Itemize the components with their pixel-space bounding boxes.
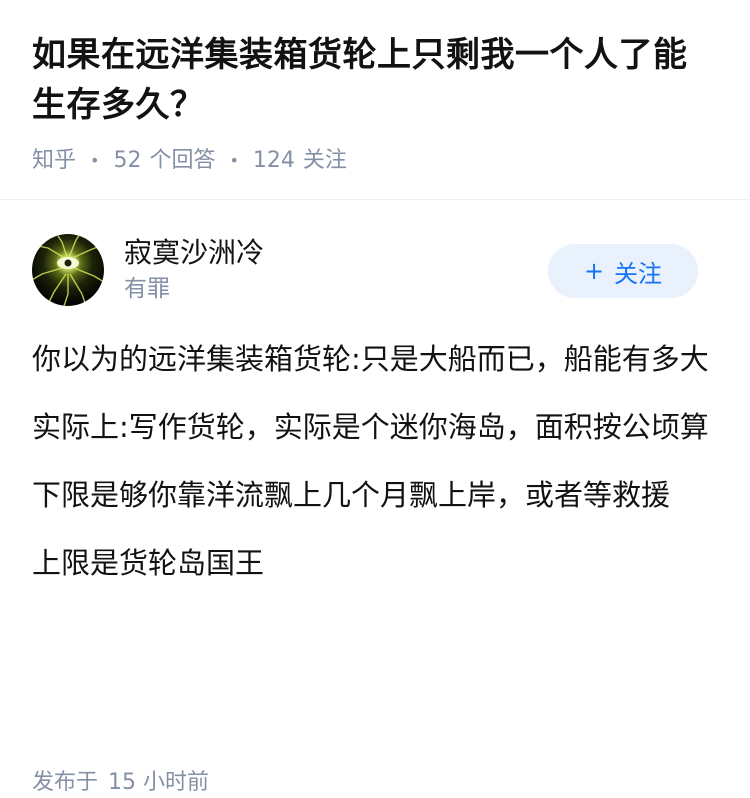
- answer-content: 你以为的远洋集装箱货轮:只是大船而已，船能有多大 实际上:写作货轮，实际是个迷你…: [32, 336, 718, 586]
- follower-count-label: 关注: [302, 148, 347, 173]
- answer-paragraph: 下限是够你靠洋流飘上几个月飘上岸，或者等救援: [32, 478, 671, 512]
- published-time: 15 小时前: [108, 770, 210, 795]
- zhihu-answer-page: 如果在远洋集装箱货轮上只剩我一个人了能生存多久？ 知乎 • 52 个回答 • 1…: [0, 0, 750, 798]
- published-label: 发布于: [32, 770, 99, 795]
- answer-count: 52: [113, 148, 142, 173]
- author-avatar[interactable]: [32, 234, 104, 306]
- answer-publish-time: 发布于 15 小时前: [32, 768, 209, 798]
- question-meta: 知乎 • 52 个回答 • 124 关注: [32, 146, 718, 176]
- question-title[interactable]: 如果在远洋集装箱货轮上只剩我一个人了能生存多久？: [32, 30, 718, 130]
- author-row: 寂寞沙洲冷 有罪 + 关注: [32, 234, 718, 306]
- follower-count: 124: [252, 148, 295, 173]
- answer-card: 寂寞沙洲冷 有罪 + 关注 你以为的远洋集装箱货轮:只是大船而已，船能有多大 实…: [0, 200, 750, 586]
- plus-icon: +: [583, 257, 605, 285]
- follow-button[interactable]: + 关注: [548, 244, 698, 298]
- meta-separator: •: [229, 151, 239, 170]
- glowing-eye-icon: [32, 234, 104, 306]
- author-headline: 有罪: [124, 276, 170, 302]
- answer-count-label: 个回答: [149, 148, 216, 173]
- question-header: 如果在远洋集装箱货轮上只剩我一个人了能生存多久？ 知乎 • 52 个回答 • 1…: [0, 0, 750, 200]
- answer-paragraph: 上限是货轮岛国王: [32, 546, 265, 580]
- answer-paragraph: 实际上:写作货轮，实际是个迷你海岛，面积按公顷算: [32, 410, 709, 444]
- source-label[interactable]: 知乎: [32, 146, 76, 176]
- answer-paragraph: 你以为的远洋集装箱货轮:只是大船而已，船能有多大: [32, 342, 709, 376]
- author-name[interactable]: 寂寞沙洲冷: [124, 235, 264, 271]
- meta-separator: •: [90, 151, 100, 170]
- follow-button-label: 关注: [614, 259, 663, 288]
- author-info: 寂寞沙洲冷 有罪: [124, 235, 264, 305]
